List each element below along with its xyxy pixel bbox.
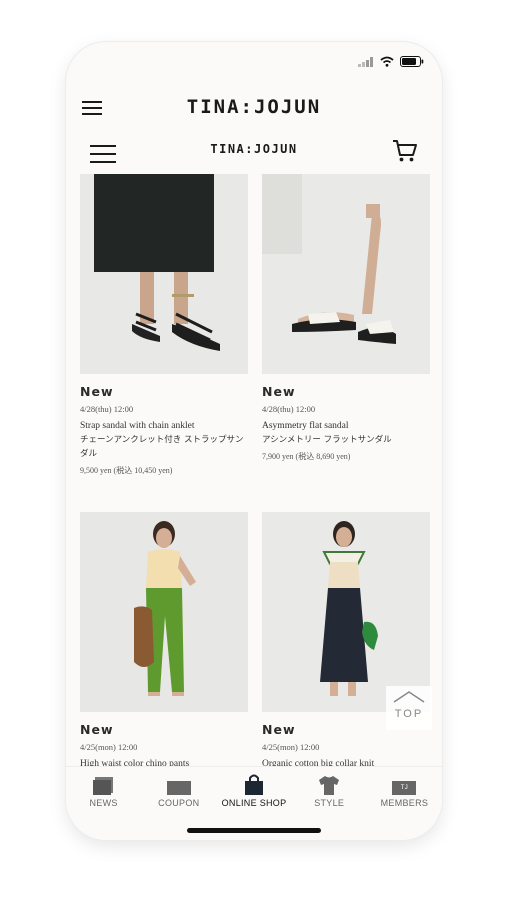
tab-members-label: MEMBERS xyxy=(380,798,429,808)
chevron-up-icon xyxy=(393,691,425,703)
product-photo-collar-knit xyxy=(262,512,430,712)
product-card[interactable]: New 4/28(thu) 12:00 Asymmetry flat sanda… xyxy=(262,174,430,462)
tab-style[interactable]: STYLE xyxy=(292,767,367,821)
product-date: 4/25(mon) 12:00 xyxy=(262,742,320,752)
tab-news[interactable]: NEWS xyxy=(66,767,141,821)
cart-icon[interactable] xyxy=(392,138,418,164)
product-badge: New xyxy=(80,722,114,737)
web-header: TINA:JOJUN xyxy=(66,130,442,174)
bottom-tab-bar: NEWS COUPON ONLINE SHOP STYLE TJ MEMBERS xyxy=(66,766,442,821)
app-header: TINA:JOJUN xyxy=(66,86,442,130)
product-name-en: Strap sandal with chain anklet xyxy=(80,421,195,431)
product-date: 4/28(thu) 12:00 xyxy=(262,404,316,414)
web-brand-logo: TINA:JOJUN xyxy=(210,142,298,156)
product-photo-flat-sandal xyxy=(262,174,430,374)
product-name-jp: チェーンアンクレット付き ストラップサンダル xyxy=(80,435,244,459)
phone-frame: TINA:JOJUN TINA:JOJUN New 4/28(thu) 12:0… xyxy=(66,42,442,840)
coupon-icon xyxy=(166,781,191,795)
product-photo-strap-sandal xyxy=(80,174,248,374)
scroll-top-button[interactable]: TOP xyxy=(386,686,432,730)
product-photo-chino-pants xyxy=(80,512,248,712)
status-icons xyxy=(358,56,424,67)
tab-members[interactable]: TJ MEMBERS xyxy=(367,767,442,821)
product-price: 7,900 yen (税込 8,690 yen) xyxy=(262,452,351,461)
product-date: 4/28(thu) 12:00 xyxy=(80,404,134,414)
product-badge: New xyxy=(80,384,114,399)
product-name-en: Asymmetry flat sandal xyxy=(262,421,349,431)
member-card-icon: TJ xyxy=(392,781,417,795)
tab-coupon[interactable]: COUPON xyxy=(141,767,216,821)
tab-news-label: NEWS xyxy=(89,798,118,808)
product-name-jp: アシンメトリー フラットサンダル xyxy=(262,435,392,445)
product-card[interactable]: New 4/28(thu) 12:00 Strap sandal with ch… xyxy=(80,174,248,476)
app-brand-logo: TINA:JOJUN xyxy=(186,96,322,118)
wifi-icon xyxy=(380,56,394,67)
product-name-en: Organic cotton big collar knit xyxy=(262,759,375,766)
home-indicator[interactable] xyxy=(187,828,321,833)
product-name-en: High waist color chino pants xyxy=(80,759,190,766)
product-grid: New 4/28(thu) 12:00 Strap sandal with ch… xyxy=(66,174,442,766)
signal-icon xyxy=(358,56,373,67)
product-card[interactable]: New 4/25(mon) 12:00 High waist color chi… xyxy=(80,512,248,766)
member-card-badge: TJ xyxy=(400,785,409,791)
tab-online-shop[interactable]: ONLINE SHOP xyxy=(216,767,291,821)
product-price: 9,500 yen (税込 10,450 yen) xyxy=(80,466,173,475)
tab-style-label: STYLE xyxy=(314,798,345,808)
product-badge: New xyxy=(262,384,296,399)
product-date: 4/25(mon) 12:00 xyxy=(80,742,138,752)
scroll-top-label: TOP xyxy=(394,708,424,720)
tab-online-shop-label: ONLINE SHOP xyxy=(221,798,287,808)
battery-icon xyxy=(400,56,424,67)
status-bar xyxy=(66,42,442,82)
shopping-bag-icon xyxy=(245,774,263,795)
tshirt-icon xyxy=(319,776,340,795)
news-icon xyxy=(92,777,113,795)
tab-coupon-label: COUPON xyxy=(158,798,200,808)
